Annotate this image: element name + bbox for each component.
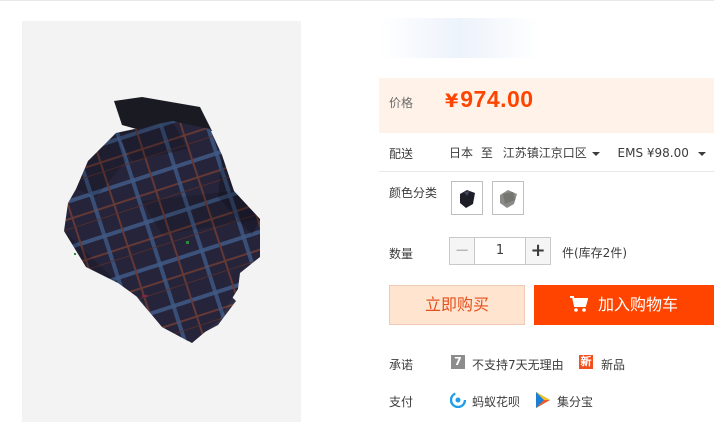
promise-label: 承诺	[389, 358, 414, 372]
divider	[379, 171, 714, 172]
gray-scarf-thumb-icon	[500, 190, 517, 208]
faded-header-area	[380, 18, 540, 58]
currency-symbol: ¥	[445, 90, 459, 112]
delivery-to-word: 至	[480, 146, 493, 160]
delivery-origin: 日本	[449, 146, 474, 160]
jifenbao-text[interactable]: 集分宝	[557, 393, 593, 410]
top-divider	[0, 0, 714, 1]
seven-day-icon: 7	[451, 355, 465, 369]
destination-select[interactable]: 江苏镇江京口区	[503, 144, 600, 161]
decrease-button[interactable]: −	[449, 237, 475, 265]
payment-label: 支付	[389, 395, 414, 409]
dark-scarf-thumb-icon	[460, 190, 475, 208]
new-badge-icon: 新	[579, 355, 593, 369]
add-to-cart-label: 加入购物车	[598, 295, 679, 314]
product-image[interactable]	[22, 21, 301, 422]
color-option-dark[interactable]	[451, 181, 483, 215]
stock-text: 件(库存2件)	[562, 246, 627, 260]
destination-text: 江苏镇江京口区	[502, 146, 587, 160]
color-option-gray[interactable]	[492, 181, 524, 215]
chevron-down-icon	[697, 151, 706, 156]
jifenbao-icon	[536, 392, 550, 408]
delivery-info: 日本 至 江苏镇江京口区 EMS ¥98.00	[449, 144, 706, 161]
color-label: 颜色分类	[389, 186, 438, 200]
shipping-text: EMS ¥98.00	[617, 146, 689, 160]
price-label: 价格	[389, 96, 414, 110]
huabei-text[interactable]: 蚂蚁花呗	[472, 393, 520, 410]
delivery-label: 配送	[389, 147, 414, 161]
price-amount: 974.00	[460, 86, 534, 112]
price-value: ¥974.00	[445, 86, 534, 113]
shopping-cart-icon	[570, 296, 588, 312]
increase-button[interactable]: +	[525, 237, 551, 265]
price-panel: 价格 ¥974.00	[379, 78, 714, 133]
quantity-input[interactable]: 1	[475, 237, 525, 265]
plaid-scarf-image	[64, 97, 260, 343]
no-return-text[interactable]: 不支持7天无理由	[472, 356, 564, 373]
add-to-cart-button[interactable]: 加入购物车	[534, 285, 714, 325]
buy-now-button[interactable]: 立即购买	[389, 285, 525, 325]
huabei-icon	[450, 392, 466, 408]
shipping-select[interactable]: EMS ¥98.00	[618, 146, 706, 160]
new-item-text[interactable]: 新品	[601, 356, 625, 373]
quantity-label: 数量	[389, 247, 414, 261]
chevron-down-icon	[591, 151, 600, 156]
